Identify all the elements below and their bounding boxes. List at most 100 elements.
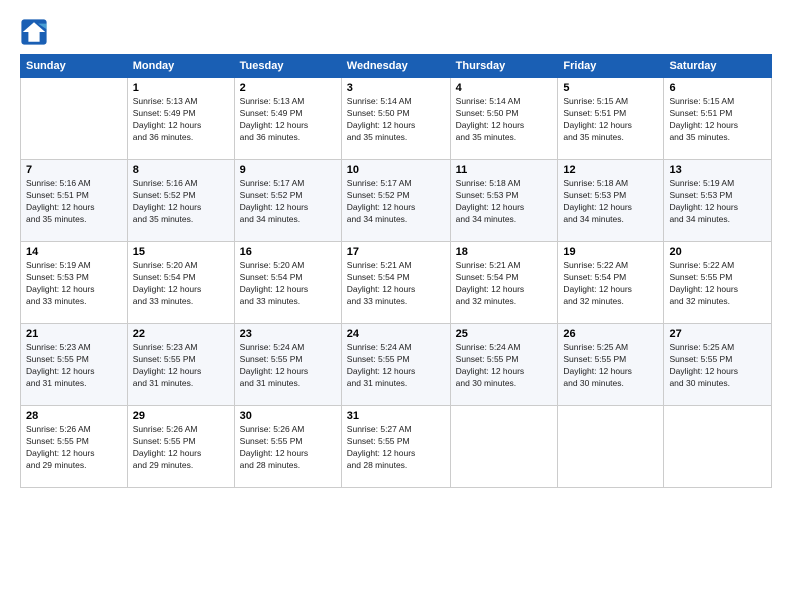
day-cell: 29 Sunrise: 5:26 AM Sunset: 5:55 PM Dayli… bbox=[127, 406, 234, 488]
day-number: 29 bbox=[133, 410, 229, 422]
day-info: Sunrise: 5:26 AM Sunset: 5:55 PM Dayligh… bbox=[26, 424, 122, 472]
day-info: Sunrise: 5:15 AM Sunset: 5:51 PM Dayligh… bbox=[669, 96, 766, 144]
day-cell bbox=[450, 406, 558, 488]
day-info: Sunrise: 5:14 AM Sunset: 5:50 PM Dayligh… bbox=[347, 96, 445, 144]
day-number: 21 bbox=[26, 328, 122, 340]
col-header-tuesday: Tuesday bbox=[234, 55, 341, 78]
day-number: 11 bbox=[456, 164, 553, 176]
day-number: 22 bbox=[133, 328, 229, 340]
day-cell: 3 Sunrise: 5:14 AM Sunset: 5:50 PM Daylig… bbox=[341, 78, 450, 160]
day-number: 31 bbox=[347, 410, 445, 422]
day-cell: 16 Sunrise: 5:20 AM Sunset: 5:54 PM Dayli… bbox=[234, 242, 341, 324]
day-number: 10 bbox=[347, 164, 445, 176]
week-row-2: 7Sunrise: 5:16 AM Sunset: 5:51 PM Daylig… bbox=[21, 160, 772, 242]
day-number: 20 bbox=[669, 246, 766, 258]
day-number: 12 bbox=[563, 164, 658, 176]
col-header-thursday: Thursday bbox=[450, 55, 558, 78]
day-number: 5 bbox=[563, 82, 658, 94]
day-cell: 28 Sunrise: 5:26 AM Sunset: 5:55 PM Dayli… bbox=[21, 406, 128, 488]
day-cell: 31 Sunrise: 5:27 AM Sunset: 5:55 PM Dayli… bbox=[341, 406, 450, 488]
week-row-3: 14 Sunrise: 5:19 AM Sunset: 5:53 PM Dayli… bbox=[21, 242, 772, 324]
day-info: Sunrise: 5:24 AM Sunset: 5:55 PM Dayligh… bbox=[240, 342, 336, 390]
day-info: Sunrise: 5:17 AM Sunset: 5:52 PM Dayligh… bbox=[240, 178, 336, 226]
day-cell: 15 Sunrise: 5:20 AM Sunset: 5:54 PM Dayli… bbox=[127, 242, 234, 324]
day-cell: 24 Sunrise: 5:24 AM Sunset: 5:55 PM Dayli… bbox=[341, 324, 450, 406]
col-header-saturday: Saturday bbox=[664, 55, 772, 78]
day-cell: 10Sunrise: 5:17 AM Sunset: 5:52 PM Dayli… bbox=[341, 160, 450, 242]
day-info: Sunrise: 5:19 AM Sunset: 5:53 PM Dayligh… bbox=[26, 260, 122, 308]
page: SundayMondayTuesdayWednesdayThursdayFrid… bbox=[0, 0, 792, 612]
day-cell: 23 Sunrise: 5:24 AM Sunset: 5:55 PM Dayli… bbox=[234, 324, 341, 406]
day-info: Sunrise: 5:18 AM Sunset: 5:53 PM Dayligh… bbox=[456, 178, 553, 226]
day-number: 3 bbox=[347, 82, 445, 94]
day-number: 19 bbox=[563, 246, 658, 258]
day-info: Sunrise: 5:16 AM Sunset: 5:52 PM Dayligh… bbox=[133, 178, 229, 226]
day-info: Sunrise: 5:20 AM Sunset: 5:54 PM Dayligh… bbox=[133, 260, 229, 308]
week-row-5: 28 Sunrise: 5:26 AM Sunset: 5:55 PM Dayli… bbox=[21, 406, 772, 488]
day-number: 2 bbox=[240, 82, 336, 94]
day-number: 24 bbox=[347, 328, 445, 340]
col-header-wednesday: Wednesday bbox=[341, 55, 450, 78]
day-cell: 12 Sunrise: 5:18 AM Sunset: 5:53 PM Dayli… bbox=[558, 160, 664, 242]
day-cell: 17 Sunrise: 5:21 AM Sunset: 5:54 PM Dayli… bbox=[341, 242, 450, 324]
day-info: Sunrise: 5:21 AM Sunset: 5:54 PM Dayligh… bbox=[456, 260, 553, 308]
day-cell: 4 Sunrise: 5:14 AM Sunset: 5:50 PM Daylig… bbox=[450, 78, 558, 160]
day-info: Sunrise: 5:20 AM Sunset: 5:54 PM Dayligh… bbox=[240, 260, 336, 308]
day-number: 8 bbox=[133, 164, 229, 176]
day-info: Sunrise: 5:26 AM Sunset: 5:55 PM Dayligh… bbox=[240, 424, 336, 472]
day-cell: 30 Sunrise: 5:26 AM Sunset: 5:55 PM Dayli… bbox=[234, 406, 341, 488]
day-info: Sunrise: 5:25 AM Sunset: 5:55 PM Dayligh… bbox=[563, 342, 658, 390]
day-cell: 1Sunrise: 5:13 AM Sunset: 5:49 PM Daylig… bbox=[127, 78, 234, 160]
header bbox=[20, 18, 772, 46]
day-cell: 11 Sunrise: 5:18 AM Sunset: 5:53 PM Dayli… bbox=[450, 160, 558, 242]
day-number: 26 bbox=[563, 328, 658, 340]
day-info: Sunrise: 5:19 AM Sunset: 5:53 PM Dayligh… bbox=[669, 178, 766, 226]
day-info: Sunrise: 5:21 AM Sunset: 5:54 PM Dayligh… bbox=[347, 260, 445, 308]
day-info: Sunrise: 5:15 AM Sunset: 5:51 PM Dayligh… bbox=[563, 96, 658, 144]
day-number: 6 bbox=[669, 82, 766, 94]
day-cell: 25Sunrise: 5:24 AM Sunset: 5:55 PM Dayli… bbox=[450, 324, 558, 406]
day-info: Sunrise: 5:27 AM Sunset: 5:55 PM Dayligh… bbox=[347, 424, 445, 472]
logo-icon bbox=[20, 18, 48, 46]
day-cell: 27 Sunrise: 5:25 AM Sunset: 5:55 PM Dayli… bbox=[664, 324, 772, 406]
day-info: Sunrise: 5:24 AM Sunset: 5:55 PM Dayligh… bbox=[347, 342, 445, 390]
col-header-friday: Friday bbox=[558, 55, 664, 78]
col-header-sunday: Sunday bbox=[21, 55, 128, 78]
day-info: Sunrise: 5:18 AM Sunset: 5:53 PM Dayligh… bbox=[563, 178, 658, 226]
day-number: 28 bbox=[26, 410, 122, 422]
day-number: 30 bbox=[240, 410, 336, 422]
day-info: Sunrise: 5:24 AM Sunset: 5:55 PM Dayligh… bbox=[456, 342, 553, 390]
day-cell: 19 Sunrise: 5:22 AM Sunset: 5:54 PM Dayli… bbox=[558, 242, 664, 324]
logo bbox=[20, 18, 52, 46]
day-cell: 22 Sunrise: 5:23 AM Sunset: 5:55 PM Dayli… bbox=[127, 324, 234, 406]
day-cell: 7Sunrise: 5:16 AM Sunset: 5:51 PM Daylig… bbox=[21, 160, 128, 242]
calendar-table: SundayMondayTuesdayWednesdayThursdayFrid… bbox=[20, 54, 772, 488]
day-info: Sunrise: 5:14 AM Sunset: 5:50 PM Dayligh… bbox=[456, 96, 553, 144]
day-number: 17 bbox=[347, 246, 445, 258]
day-cell: 26 Sunrise: 5:25 AM Sunset: 5:55 PM Dayli… bbox=[558, 324, 664, 406]
week-row-1: 1Sunrise: 5:13 AM Sunset: 5:49 PM Daylig… bbox=[21, 78, 772, 160]
day-number: 15 bbox=[133, 246, 229, 258]
day-cell: 2Sunrise: 5:13 AM Sunset: 5:49 PM Daylig… bbox=[234, 78, 341, 160]
day-number: 4 bbox=[456, 82, 553, 94]
day-number: 23 bbox=[240, 328, 336, 340]
day-cell: 21Sunrise: 5:23 AM Sunset: 5:55 PM Dayli… bbox=[21, 324, 128, 406]
day-cell bbox=[664, 406, 772, 488]
day-info: Sunrise: 5:26 AM Sunset: 5:55 PM Dayligh… bbox=[133, 424, 229, 472]
day-cell: 18Sunrise: 5:21 AM Sunset: 5:54 PM Dayli… bbox=[450, 242, 558, 324]
col-header-monday: Monday bbox=[127, 55, 234, 78]
day-cell: 14 Sunrise: 5:19 AM Sunset: 5:53 PM Dayli… bbox=[21, 242, 128, 324]
day-info: Sunrise: 5:25 AM Sunset: 5:55 PM Dayligh… bbox=[669, 342, 766, 390]
day-info: Sunrise: 5:22 AM Sunset: 5:54 PM Dayligh… bbox=[563, 260, 658, 308]
day-number: 14 bbox=[26, 246, 122, 258]
day-number: 16 bbox=[240, 246, 336, 258]
day-cell: 13 Sunrise: 5:19 AM Sunset: 5:53 PM Dayli… bbox=[664, 160, 772, 242]
week-row-4: 21 Sunrise: 5:23 AM Sunset: 5:55 PM Dayli… bbox=[21, 324, 772, 406]
day-number: 7 bbox=[26, 164, 122, 176]
day-number: 27 bbox=[669, 328, 766, 340]
day-cell: 9Sunrise: 5:17 AM Sunset: 5:52 PM Daylig… bbox=[234, 160, 341, 242]
day-number: 13 bbox=[669, 164, 766, 176]
day-info: Sunrise: 5:23 AM Sunset: 5:55 PM Dayligh… bbox=[133, 342, 229, 390]
day-cell: 6 Sunrise: 5:15 AM Sunset: 5:51 PM Daylig… bbox=[664, 78, 772, 160]
day-cell: 20Sunrise: 5:22 AM Sunset: 5:55 PM Dayli… bbox=[664, 242, 772, 324]
